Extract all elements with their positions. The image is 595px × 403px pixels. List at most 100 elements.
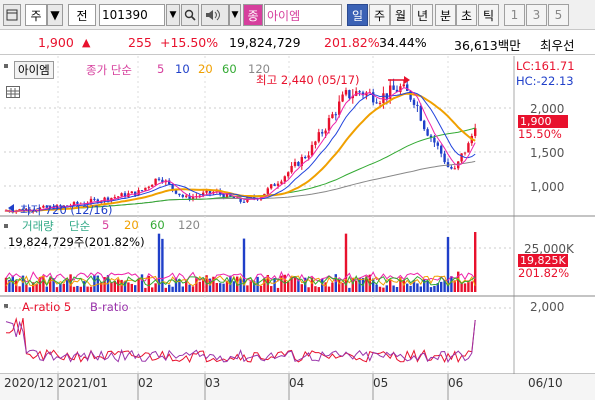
search-icon[interactable] [181, 4, 199, 26]
volume-bar [181, 286, 184, 292]
code-input[interactable]: 101390 [99, 4, 165, 26]
volume-bar [18, 286, 21, 292]
candle-body [270, 184, 273, 189]
volume-bar [287, 281, 290, 292]
grid-table-icon[interactable] [6, 86, 20, 98]
volume-bar [127, 282, 130, 292]
speaker-icon[interactable] [201, 4, 229, 26]
volume-bar [93, 275, 96, 292]
volume-bar [300, 284, 303, 292]
current-price: 1,900 [38, 35, 74, 50]
vol-ma20-label: 20 [124, 218, 139, 232]
volume-bar [110, 282, 113, 292]
best-bid-label: 최우선 [540, 38, 575, 53]
volume-bar [202, 280, 205, 292]
ma5-label: 5 [157, 62, 165, 76]
period-button-5[interactable]: 5 [548, 4, 569, 26]
period-button-월[interactable]: 월 [390, 4, 411, 26]
volume-legend-prefix: 단순 [69, 219, 91, 233]
volume-bar [45, 286, 48, 292]
candle-body [324, 130, 327, 134]
candle-body [358, 91, 361, 93]
trade-amount: 36,613백만 [454, 38, 521, 53]
volume-bar [276, 287, 280, 292]
candle-body [433, 137, 436, 143]
chevron-down-icon[interactable]: ▼ [166, 4, 180, 26]
volume-bar [463, 283, 467, 292]
volume-bar [28, 287, 31, 292]
candle-body [154, 178, 157, 185]
chart-type-selector[interactable]: 주 [25, 4, 47, 26]
high-annotation: 최고 2,440 (05/17) [256, 73, 360, 87]
panel-marker [4, 224, 8, 228]
period-button-틱[interactable]: 틱 [478, 4, 499, 26]
volume-bar [154, 283, 157, 292]
volume-bar [137, 278, 140, 292]
volume-bar [55, 287, 59, 292]
volume-bar [426, 280, 429, 292]
period-button-1[interactable]: 1 [504, 4, 525, 26]
period-button-초[interactable]: 초 [456, 4, 477, 26]
a-ratio-label: A-ratio 5 [22, 300, 72, 314]
volume-bar [215, 283, 218, 292]
period-button-일[interactable]: 일 [347, 4, 368, 26]
vol-ma60-label: 60 [150, 218, 165, 232]
candle-body [382, 93, 385, 103]
vol-ma120-label: 120 [178, 218, 200, 232]
volume-bar [382, 287, 385, 292]
volume-bar [331, 282, 334, 292]
candle-body [117, 196, 120, 198]
xlabel-dec: 2020/12 [4, 376, 54, 390]
volume-bar [378, 286, 382, 292]
candle-body [474, 128, 477, 136]
ytick-1000: 1,000 [530, 180, 565, 194]
xlabel-jun: 06 [448, 376, 464, 390]
candle-body [412, 99, 416, 105]
volume-bar [389, 280, 392, 292]
volume-bar [395, 286, 399, 292]
period-button-3[interactable]: 3 [526, 4, 547, 26]
chart-window-icon[interactable] [3, 4, 21, 26]
period-button-분[interactable]: 분 [435, 4, 456, 26]
candle-body [273, 184, 276, 186]
candle-body [280, 181, 283, 184]
candle-body [287, 172, 290, 177]
volume-bar [161, 238, 164, 292]
volume-bar [429, 287, 433, 292]
volume-pct-tag: 201.82% [518, 266, 570, 280]
candle-body [406, 84, 409, 91]
volume-bar [419, 286, 422, 292]
b-ratio-label: B-ratio [90, 300, 129, 314]
candle-body [344, 90, 348, 95]
volume-bar [372, 278, 375, 292]
candle-body [140, 190, 144, 192]
price-type-selector[interactable]: 전 [68, 4, 96, 26]
candle-body [181, 194, 184, 197]
xlabel-apr: 04 [289, 376, 305, 390]
volume-bar [457, 271, 460, 292]
chevron-down-icon[interactable]: ▼ [47, 4, 63, 26]
candle-body [321, 132, 324, 134]
volume-bar [416, 283, 419, 292]
change-value: 255 [128, 35, 152, 50]
period-button-주[interactable]: 주 [369, 4, 390, 26]
volume-bar [168, 284, 171, 292]
panel-marker [4, 64, 8, 68]
hc-value: HC:-22.13 [516, 74, 574, 88]
candle-body [341, 94, 344, 102]
period-button-년[interactable]: 년 [412, 4, 433, 26]
chevron-down-icon[interactable]: ▼ [229, 4, 241, 26]
volume-bar [79, 286, 82, 292]
volume-bar [270, 286, 273, 292]
candle-body [297, 162, 300, 166]
volume-bar [171, 286, 174, 292]
volume-bar [72, 286, 76, 292]
candle-body [416, 104, 419, 106]
volume-bar [375, 284, 378, 292]
stock-name-field[interactable]: 아이엠 [264, 4, 342, 26]
volume-bar [130, 283, 133, 292]
volume-bar [433, 285, 436, 292]
xlabel-mar: 03 [205, 376, 221, 390]
chart-area[interactable]: 아이엠 종가 단순 5 10 20 60 120 최고 2,440 (05/17… [0, 56, 595, 400]
candle-body [178, 193, 181, 195]
